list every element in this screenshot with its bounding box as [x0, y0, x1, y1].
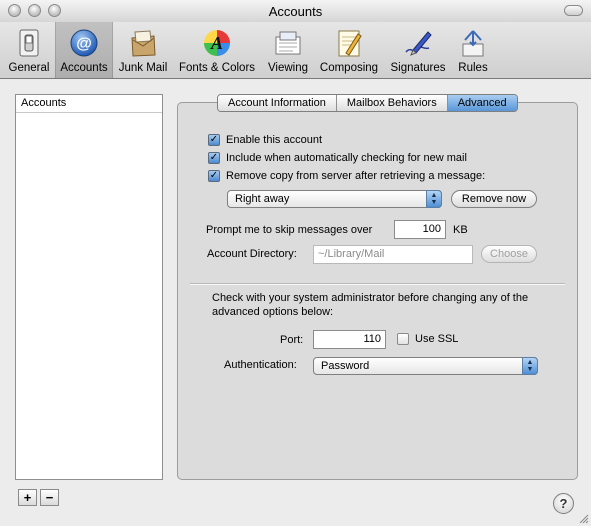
fonts-colors-icon: A: [204, 30, 230, 56]
title-bar: Accounts: [0, 0, 591, 22]
add-account-button[interactable]: +: [18, 489, 37, 506]
remove-copy-label: Remove copy from server after retrieving…: [226, 170, 486, 182]
toolbar-label-signatures: Signatures: [390, 62, 446, 74]
port-label: Port:: [280, 334, 304, 346]
prompt-size-label: Prompt me to skip messages over: [206, 224, 373, 236]
remove-timing-value: Right away: [235, 193, 290, 205]
toolbar-item-viewing[interactable]: Viewing: [262, 22, 314, 78]
svg-text:A: A: [210, 33, 223, 53]
toolbar-item-accounts[interactable]: @ Accounts: [55, 22, 113, 78]
popup-arrows-icon: ▲ ▼: [426, 190, 442, 208]
remove-timing-popup[interactable]: Right away ▲ ▼: [227, 190, 442, 208]
help-button[interactable]: ?: [553, 493, 574, 514]
popup-arrows-icon: ▲ ▼: [522, 357, 538, 375]
toolbar-item-signatures[interactable]: Signatures: [385, 22, 451, 78]
toolbar-label-viewing: Viewing: [267, 62, 309, 74]
tab-bar: Account Information Mailbox Behaviors Ad…: [217, 94, 518, 112]
composing-icon: [338, 30, 362, 57]
accounts-list-header[interactable]: Accounts: [16, 95, 162, 113]
viewing-icon: [275, 31, 301, 55]
prompt-size-field[interactable]: 100: [394, 220, 446, 239]
remove-copy-checkbox[interactable]: ✓: [208, 170, 220, 182]
toolbar-toggle-button[interactable]: [564, 5, 583, 16]
rules-icon: [462, 30, 484, 57]
remove-account-button[interactable]: −: [40, 489, 59, 506]
switch-icon: [19, 29, 39, 57]
toolbar-item-composing[interactable]: Composing: [316, 22, 382, 78]
window-title: Accounts: [268, 4, 323, 19]
remove-now-button[interactable]: Remove now: [451, 190, 537, 208]
toolbar-label-composing: Composing: [319, 62, 379, 74]
resize-grip-icon[interactable]: [577, 512, 589, 524]
use-ssl-checkbox[interactable]: [397, 333, 409, 345]
svg-text:@: @: [76, 36, 92, 53]
toolbar-label-general: General: [8, 62, 50, 74]
toolbar-item-rules[interactable]: Rules: [453, 22, 493, 78]
toolbar-item-general[interactable]: General: [5, 22, 53, 78]
include-check-row[interactable]: ✓ Include when automatically checking fo…: [208, 152, 467, 164]
toolbar-label-accounts: Accounts: [60, 62, 108, 74]
account-directory-field[interactable]: ~/Library/Mail: [313, 245, 473, 264]
account-directory-label: Account Directory:: [207, 248, 297, 260]
authentication-popup[interactable]: Password ▲ ▼: [313, 357, 538, 375]
authentication-value: Password: [321, 360, 370, 372]
tab-advanced[interactable]: Advanced: [447, 95, 517, 111]
accounts-list[interactable]: Accounts: [15, 94, 163, 480]
toolbar: General @ Accounts Junk Mail A Fonts & C…: [0, 22, 591, 79]
toolbar-item-fonts-colors[interactable]: A Fonts & Colors: [174, 22, 260, 78]
include-check-checkbox[interactable]: ✓: [208, 152, 220, 164]
port-field[interactable]: 110: [313, 330, 386, 349]
toolbar-label-fonts-colors: Fonts & Colors: [178, 62, 256, 74]
signatures-icon: [405, 31, 432, 56]
tab-account-information[interactable]: Account Information: [218, 95, 337, 111]
at-sign-icon: @: [70, 29, 98, 57]
junk-mail-icon: [131, 30, 156, 57]
enable-account-label: Enable this account: [226, 134, 323, 146]
use-ssl-row[interactable]: Use SSL: [397, 333, 458, 345]
enable-account-row[interactable]: ✓ Enable this account: [208, 134, 322, 146]
admin-notice: Check with your system administrator bef…: [212, 292, 529, 318]
use-ssl-label: Use SSL: [415, 333, 459, 345]
toolbar-item-junk-mail[interactable]: Junk Mail: [115, 22, 171, 78]
authentication-label: Authentication:: [224, 359, 297, 371]
tab-mailbox-behaviors[interactable]: Mailbox Behaviors: [336, 95, 448, 111]
remove-copy-row[interactable]: ✓ Remove copy from server after retrievi…: [208, 170, 485, 182]
prompt-size-unit: KB: [453, 224, 468, 236]
enable-account-checkbox[interactable]: ✓: [208, 134, 220, 146]
include-check-label: Include when automatically checking for …: [226, 152, 467, 164]
preferences-window: Accounts General @ Accounts Junk Mail A …: [0, 0, 591, 526]
choose-button[interactable]: Choose: [481, 245, 537, 263]
toolbar-label-junk-mail: Junk Mail: [118, 62, 168, 74]
separator: [190, 283, 565, 285]
toolbar-label-rules: Rules: [458, 62, 488, 74]
